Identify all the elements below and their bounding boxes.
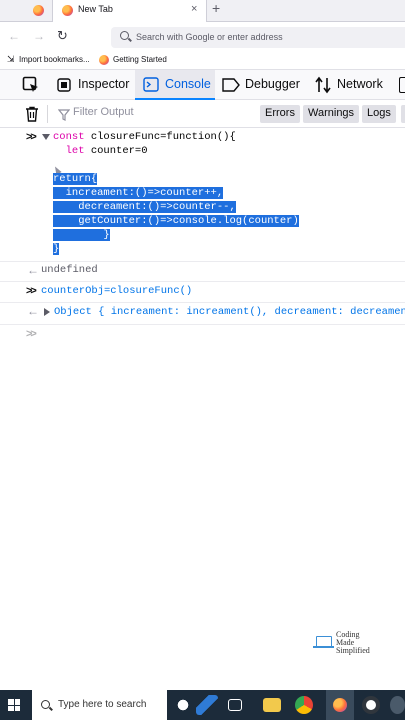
code-line: counterObj=closureFunc()	[41, 285, 193, 297]
result-undefined: undefined	[41, 264, 98, 276]
url-placeholder: Search with Google or enter address	[136, 32, 283, 42]
debugger-icon	[222, 78, 240, 92]
row-separator	[0, 324, 405, 325]
filter-output-input[interactable]: Filter Output	[73, 106, 134, 118]
row-separator	[0, 261, 405, 262]
code-line: const closureFunc=function(){	[53, 131, 236, 143]
tab-strip: New Tab × +	[0, 0, 405, 22]
console-input[interactable]	[41, 326, 401, 344]
url-bar[interactable]: Search with Google or enter address	[111, 27, 405, 48]
row-separator	[0, 281, 405, 282]
selected-code-line: decreament:()=>counter--,	[53, 201, 236, 213]
more-tabs-icon[interactable]	[399, 77, 405, 93]
tab-debugger-label: Debugger	[245, 77, 300, 91]
code-line: let counter=0	[65, 145, 148, 157]
expand-triangle-icon[interactable]	[44, 308, 50, 316]
devtools-toolbar: Inspector Console Debugger Network	[0, 70, 405, 100]
return-arrow-icon: ←	[27, 263, 39, 277]
tab-new-tab[interactable]: New Tab ×	[52, 0, 207, 22]
file-explorer-icon[interactable]	[263, 698, 281, 712]
selected-code-line: return{	[53, 173, 98, 185]
taskbar-search-placeholder: Type here to search	[58, 699, 147, 710]
input-prompt-icon: >>	[26, 328, 37, 340]
obs-icon[interactable]	[362, 696, 380, 714]
taskbar-search-box[interactable]: Type here to search	[32, 690, 167, 720]
console-icon	[143, 77, 159, 92]
collapse-triangle-icon[interactable]	[42, 134, 50, 140]
pick-element-icon[interactable]	[22, 76, 40, 94]
bookmark-import[interactable]: Import bookmarks...	[19, 55, 90, 64]
watermark-text: Simplified	[336, 646, 370, 655]
return-arrow-icon: ←	[27, 304, 39, 318]
selected-code-line: increament:()=>counter++,	[53, 187, 224, 199]
windows-taskbar: Type here to search	[0, 690, 405, 720]
filter-divider	[47, 105, 48, 123]
bookmarks-bar: ⇲ Import bookmarks... Getting Started	[0, 52, 405, 70]
import-bookmarks-icon: ⇲	[7, 54, 15, 64]
selected-code-line: }	[53, 229, 110, 241]
result-object[interactable]: Object { increament: increament(), decre…	[54, 306, 405, 318]
filter-warnings-button[interactable]: Warnings	[303, 105, 360, 123]
forward-button[interactable]: →	[33, 29, 45, 43]
chrome-icon[interactable]	[295, 696, 313, 714]
console-filter-bar: Filter Output Errors Warnings Logs	[0, 100, 405, 128]
inspector-icon	[57, 78, 71, 92]
tab-network[interactable]: Network	[311, 70, 405, 100]
input-prompt-icon: >>	[26, 131, 37, 143]
filter-logs-button[interactable]: Logs	[362, 105, 396, 123]
close-tab-icon[interactable]: ×	[191, 3, 197, 15]
input-prompt-icon: >>	[26, 285, 37, 297]
selected-code-line: getCounter:()=>console.log(counter)	[53, 215, 299, 227]
tab-label: New Tab	[78, 4, 113, 14]
windows-start-icon[interactable]	[8, 699, 20, 711]
bookmark-getting-started[interactable]: Getting Started	[113, 55, 167, 64]
filter-icon	[57, 108, 71, 121]
firefox-bookmark-icon	[99, 55, 109, 65]
firefox-icon[interactable]	[33, 5, 44, 16]
reload-button[interactable]: ↻	[57, 28, 68, 44]
tab-network-label: Network	[337, 77, 383, 91]
selected-code-line: }	[53, 243, 60, 255]
tab-inspector[interactable]: Inspector	[50, 70, 134, 100]
firefox-tab-icon	[62, 5, 73, 16]
row-separator	[0, 302, 405, 303]
task-view-icon[interactable]	[228, 699, 242, 711]
app-icon[interactable]	[390, 696, 405, 714]
trash-icon[interactable]	[25, 106, 39, 122]
firefox-taskbar-icon[interactable]	[326, 690, 354, 720]
tab-inspector-label: Inspector	[78, 77, 130, 91]
tab-console[interactable]: Console	[135, 70, 215, 100]
game-app-icon[interactable]	[196, 695, 218, 715]
new-tab-button[interactable]: +	[212, 0, 220, 16]
search-icon	[41, 700, 50, 709]
console-output[interactable]: >> const closureFunc=function(){ let cou…	[0, 128, 405, 690]
filter-errors-button[interactable]: Errors	[260, 105, 300, 123]
back-button[interactable]: ←	[8, 29, 20, 43]
soccer-app-icon[interactable]	[172, 695, 194, 715]
laptop-icon	[313, 636, 334, 648]
network-icon	[314, 76, 332, 94]
filter-more-button[interactable]	[401, 105, 405, 123]
search-icon	[120, 31, 129, 40]
tab-debugger[interactable]: Debugger	[218, 70, 306, 100]
tab-console-label: Console	[165, 77, 211, 91]
